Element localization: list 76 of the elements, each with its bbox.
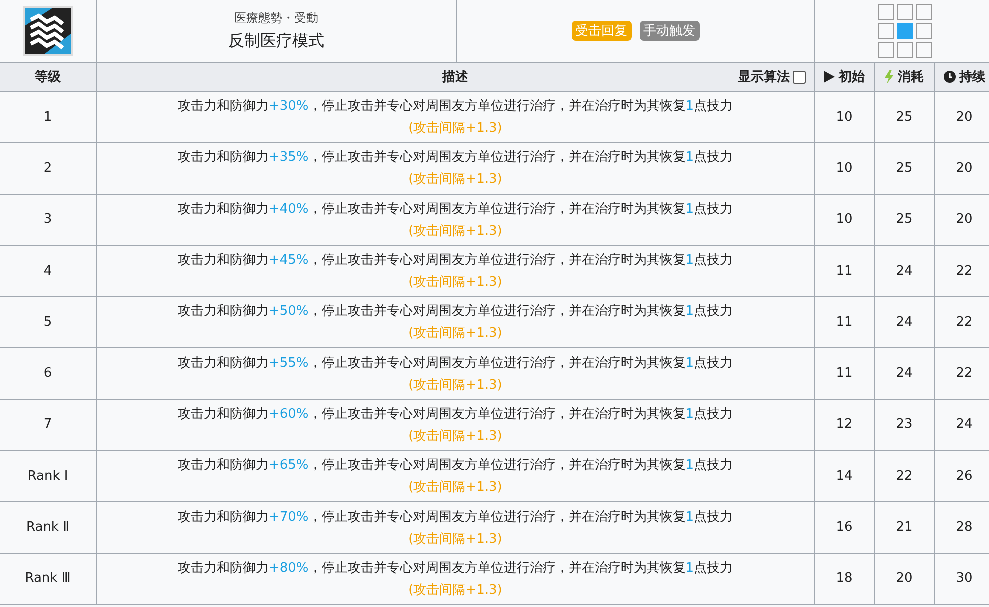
attack-interval-note: (攻击间隔+1.3) <box>408 222 502 240</box>
description-text: 攻击力和防御力+65%，停止攻击并专心对周围友方单位进行治疗，并在治疗时为其恢复1点技力 <box>178 457 734 474</box>
level-cell: Rank Ⅱ <box>26 520 70 536</box>
duration-cell: 30 <box>956 571 973 586</box>
skill-subtitle: 医療態勢・受動 <box>234 10 318 27</box>
initial-sp-cell: 18 <box>836 571 853 586</box>
lightning-icon <box>885 70 894 84</box>
attack-interval-note: (攻击间隔+1.3) <box>408 428 502 445</box>
duration-cell: 24 <box>956 417 973 432</box>
duration-cell: 20 <box>956 110 973 125</box>
column-header: 描述 <box>442 69 468 86</box>
level-cell: Rank Ⅰ <box>28 468 68 484</box>
level-cell: 6 <box>44 366 52 382</box>
attack-interval-note: (攻击间隔+1.3) <box>408 530 502 548</box>
level-cell: 4 <box>44 264 52 279</box>
initial-sp-cell: 10 <box>836 110 853 125</box>
initial-sp-cell: 11 <box>836 314 853 330</box>
clock-icon <box>944 71 956 83</box>
description-text: 攻击力和防御力+35%，停止攻击并专心对周围友方单位进行治疗，并在治疗时为其恢复1点技力 <box>178 149 734 166</box>
sp-cost-cell: 22 <box>896 468 913 484</box>
level-cell: 5 <box>44 314 52 330</box>
sp-cost-cell: 23 <box>896 417 913 432</box>
initial-sp-cell: 10 <box>836 160 853 176</box>
initial-sp-cell: 14 <box>836 468 853 484</box>
column-header: 等级 <box>35 69 61 86</box>
sp-cost-cell: 25 <box>896 160 913 176</box>
initial-sp-cell: 16 <box>836 520 853 536</box>
duration-cell: 20 <box>956 160 973 176</box>
checkbox[interactable] <box>793 70 806 84</box>
column-header: 消耗 <box>898 69 924 86</box>
sp-cost-cell: 25 <box>896 110 913 125</box>
description-text: 攻击力和防御力+60%，停止攻击并专心对周围友方单位进行治疗，并在治疗时为其恢复1点技力 <box>178 406 734 423</box>
attack-interval-note: (攻击间隔+1.3) <box>408 582 502 599</box>
level-cell: 7 <box>44 417 52 432</box>
duration-cell: 20 <box>956 212 973 228</box>
skill-tag: 受击回复 <box>572 21 632 41</box>
level-cell: 2 <box>44 160 52 176</box>
duration-cell: 22 <box>956 314 973 330</box>
description-text: 攻击力和防御力+45%，停止攻击并专心对周围友方单位进行治疗，并在治疗时为其恢复1点技力 <box>178 252 734 270</box>
description-text: 攻击力和防御力+55%，停止攻击并专心对周围友方单位进行治疗，并在治疗时为其恢复1点技力 <box>178 354 734 372</box>
description-text: 攻击力和防御力+70%，停止攻击并专心对周围友方单位进行治疗，并在治疗时为其恢复1点技力 <box>178 508 734 526</box>
level-cell: 1 <box>44 110 52 125</box>
sp-cost-cell: 21 <box>896 520 913 536</box>
duration-cell: 28 <box>956 520 973 536</box>
level-cell: Rank Ⅲ <box>25 571 71 586</box>
description-text: 攻击力和防御力+40%，停止攻击并专心对周围友方单位进行治疗，并在治疗时为其恢复1点技力 <box>178 200 734 218</box>
description-text: 攻击力和防御力+30%，停止攻击并专心对周围友方单位进行治疗，并在治疗时为其恢复1点技力 <box>178 98 734 116</box>
duration-cell: 26 <box>956 468 973 484</box>
skill-icon <box>23 6 73 56</box>
sp-cost-cell: 24 <box>896 314 913 330</box>
attack-interval-note: (攻击间隔+1.3) <box>408 376 502 394</box>
skill-tag: 手动触发 <box>640 21 700 41</box>
attack-interval-note: (攻击间隔+1.3) <box>408 325 502 342</box>
initial-sp-cell: 12 <box>836 417 853 432</box>
description-text: 攻击力和防御力+80%，停止攻击并专心对周围友方单位进行治疗，并在治疗时为其恢复1点技力 <box>178 560 734 577</box>
sp-cost-cell: 24 <box>896 366 913 382</box>
column-header: 持续 <box>960 69 986 86</box>
initial-sp-cell: 10 <box>836 212 853 228</box>
sp-cost-cell: 24 <box>896 264 913 279</box>
sp-cost-cell: 20 <box>896 571 913 586</box>
duration-cell: 22 <box>956 366 973 382</box>
range-grid <box>878 4 932 58</box>
initial-sp-cell: 11 <box>836 366 853 382</box>
description-text: 攻击力和防御力+50%，停止攻击并专心对周围友方单位进行治疗，并在治疗时为其恢复1点技力 <box>178 303 734 320</box>
level-cell: 3 <box>44 212 52 228</box>
skill-name: 反制医疗模式 <box>228 31 324 52</box>
initial-sp-cell: 11 <box>836 264 853 279</box>
duration-cell: 22 <box>956 264 973 279</box>
attack-interval-note: (攻击间隔+1.3) <box>408 274 502 292</box>
attack-interval-note: (攻击间隔+1.3) <box>408 120 502 138</box>
column-header: 初始 <box>839 68 865 86</box>
attack-interval-note: (攻击间隔+1.3) <box>408 171 502 188</box>
sp-cost-cell: 25 <box>896 212 913 228</box>
play-icon <box>824 71 835 83</box>
formula-toggle-label: 显示算法 <box>738 69 790 86</box>
attack-interval-note: (攻击间隔+1.3) <box>408 479 502 496</box>
